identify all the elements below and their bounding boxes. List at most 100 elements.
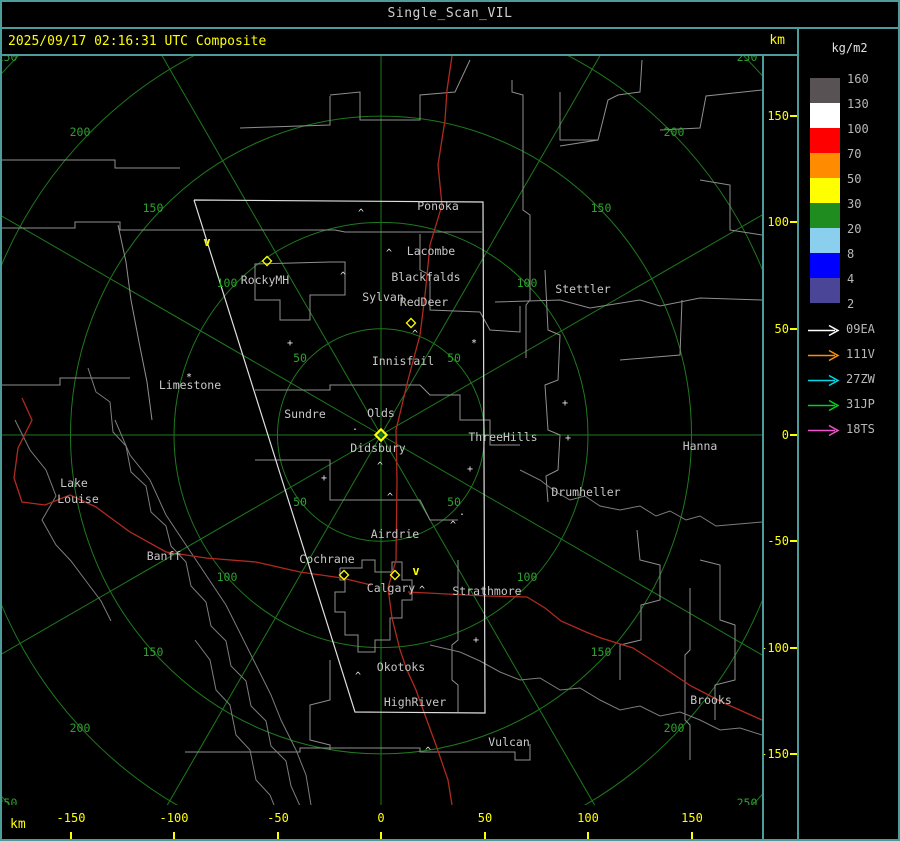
ring-distance-label: 200	[70, 125, 91, 139]
right-axis-tick	[790, 221, 797, 223]
city-label-vulcan: Vulcan	[488, 735, 530, 749]
terrain-line	[194, 639, 275, 805]
bottom-axis-label: -150	[56, 811, 86, 825]
scale-swatch	[810, 178, 840, 203]
azimuth-line	[380, 434, 762, 656]
ring-distance-label: 200	[664, 125, 685, 139]
scale-value-label: 2	[847, 297, 855, 311]
city-label-stettler: Stettler	[555, 282, 610, 296]
ring-distance-label: 200	[70, 721, 91, 735]
right-axis-label: 0	[781, 428, 789, 442]
bottom-axis-label: -50	[267, 811, 289, 825]
bottom-axis-label: 50	[477, 811, 493, 825]
site-id-label: 111V	[846, 347, 875, 361]
city-label-okotoks: Okotoks	[377, 660, 425, 674]
boundary-line	[659, 89, 762, 131]
city-label-blackfalds: Blackfalds	[391, 270, 460, 284]
scale-swatch	[810, 228, 840, 253]
city-label-drumheller: Drumheller	[551, 485, 620, 499]
town-marker-dot-icon: .	[459, 507, 465, 518]
city-label-sundre: Sundre	[284, 407, 326, 421]
legend-panel: kg/m2 160 130 100 70 50 30 20 8 4 2 09EA 111V 27ZW 3…	[799, 29, 900, 841]
town-marker-caret-icon: ^	[386, 248, 392, 259]
ring-distance-label: 200	[664, 721, 685, 735]
info-bar: 2025/09/17 02:16:31 UTC Composite km	[0, 29, 797, 54]
town-marker-plus-icon: +	[562, 398, 568, 409]
town-marker-caret-icon: ^	[358, 208, 364, 219]
site-id-label: 18TS	[846, 422, 875, 436]
city-label-sylvan: Sylvan	[362, 290, 404, 304]
ring-distance-label: 250	[737, 56, 758, 64]
scale-value-label: 70	[847, 147, 862, 161]
site-arrow-icon	[807, 422, 841, 441]
right-axis-label: 150	[767, 109, 789, 123]
boundary-line	[451, 560, 459, 712]
scale-value-label: 8	[847, 247, 855, 261]
right-axis-tick	[790, 115, 797, 117]
scale-value-label: 4	[847, 272, 855, 286]
radar-app-window: { "window": { "title": "Single_Scan_VIL"…	[0, 0, 900, 841]
ring-distance-label: 100	[517, 276, 538, 290]
window-border-left	[0, 0, 2, 841]
ring-distance-label: 100	[217, 276, 238, 290]
scale-value-label: 160	[847, 72, 869, 86]
scale-value-label: 30	[847, 197, 862, 211]
ring-distance-label: 150	[143, 645, 164, 659]
boundary-line	[684, 588, 691, 760]
window-title: Single_Scan_VIL	[387, 6, 513, 21]
ring-distance-label: 150	[143, 201, 164, 215]
town-marker-plus-icon: +	[565, 433, 571, 444]
right-axis-tick	[790, 328, 797, 330]
azimuth-line	[166, 434, 382, 805]
city-label-lake: Lake	[60, 476, 88, 490]
boundary-line	[494, 297, 762, 309]
right-distance-axis: 150 100 50 0 -50 -100 -150	[760, 56, 797, 805]
infobar-divider	[0, 54, 798, 56]
radar-map-canvas[interactable]: 50 50 50 50 100 100 100 100 150 150 150 150 200 200 20…	[0, 56, 762, 805]
boundary-line	[544, 269, 561, 503]
ring-distance-label: 100	[517, 570, 538, 584]
ring-distance-label: 100	[217, 570, 238, 584]
window-border-top	[0, 0, 900, 2]
site-id-label: 27ZW	[846, 372, 875, 386]
city-label-olds: Olds	[367, 406, 395, 420]
city-label-airdrie: Airdrie	[371, 527, 420, 541]
timestamp: 2025/09/17 02:16:31 UTC Composite	[8, 34, 267, 49]
title-bar: Single_Scan_VIL	[0, 0, 900, 27]
boundary-line	[0, 159, 180, 169]
ring-distance-label: 250	[0, 56, 17, 64]
town-marker-caret-icon: ^	[355, 671, 361, 682]
ring-distance-label: 50	[293, 495, 307, 509]
map-right-border	[762, 56, 764, 841]
boundary-line	[0, 221, 482, 233]
ring-distance-label: 50	[293, 351, 307, 365]
right-axis-label: -150	[760, 747, 789, 761]
scale-value-label: 100	[847, 122, 869, 136]
boundary-line	[185, 744, 531, 761]
site-id-label: 09EA	[846, 322, 875, 336]
city-label-calgary: Calgary	[367, 581, 416, 595]
city-label-reddeer: RedDeer	[400, 295, 449, 309]
ring-distance-label: 250	[737, 796, 758, 805]
boundary-line	[619, 529, 661, 680]
titlebar-divider	[0, 27, 900, 29]
city-label-innisfail: Innisfail	[372, 354, 434, 368]
city-label-rockymh: RockyMH	[241, 273, 290, 287]
town-marker-caret-icon: ^	[425, 746, 431, 757]
ring-distance-label: 150	[591, 201, 612, 215]
city-label-ponoka: Ponoka	[417, 199, 459, 213]
site-arrow-icon	[807, 322, 841, 341]
city-label-louise: Louise	[57, 492, 99, 506]
ring-distance-label: 150	[591, 645, 612, 659]
boundary-line	[511, 80, 531, 358]
scale-value-label: 20	[847, 222, 862, 236]
right-axis-tick	[790, 434, 797, 436]
right-axis-label: -50	[767, 534, 789, 548]
storm-check-icon: v	[203, 235, 210, 249]
highway-line	[387, 56, 453, 805]
scale-value-label: 50	[847, 172, 862, 186]
city-label-lacombe: Lacombe	[407, 244, 456, 258]
bottom-axis-label: 150	[681, 811, 703, 825]
city-label-banff: Banff	[147, 549, 182, 563]
bottom-axis-unit-label: km	[10, 817, 26, 832]
